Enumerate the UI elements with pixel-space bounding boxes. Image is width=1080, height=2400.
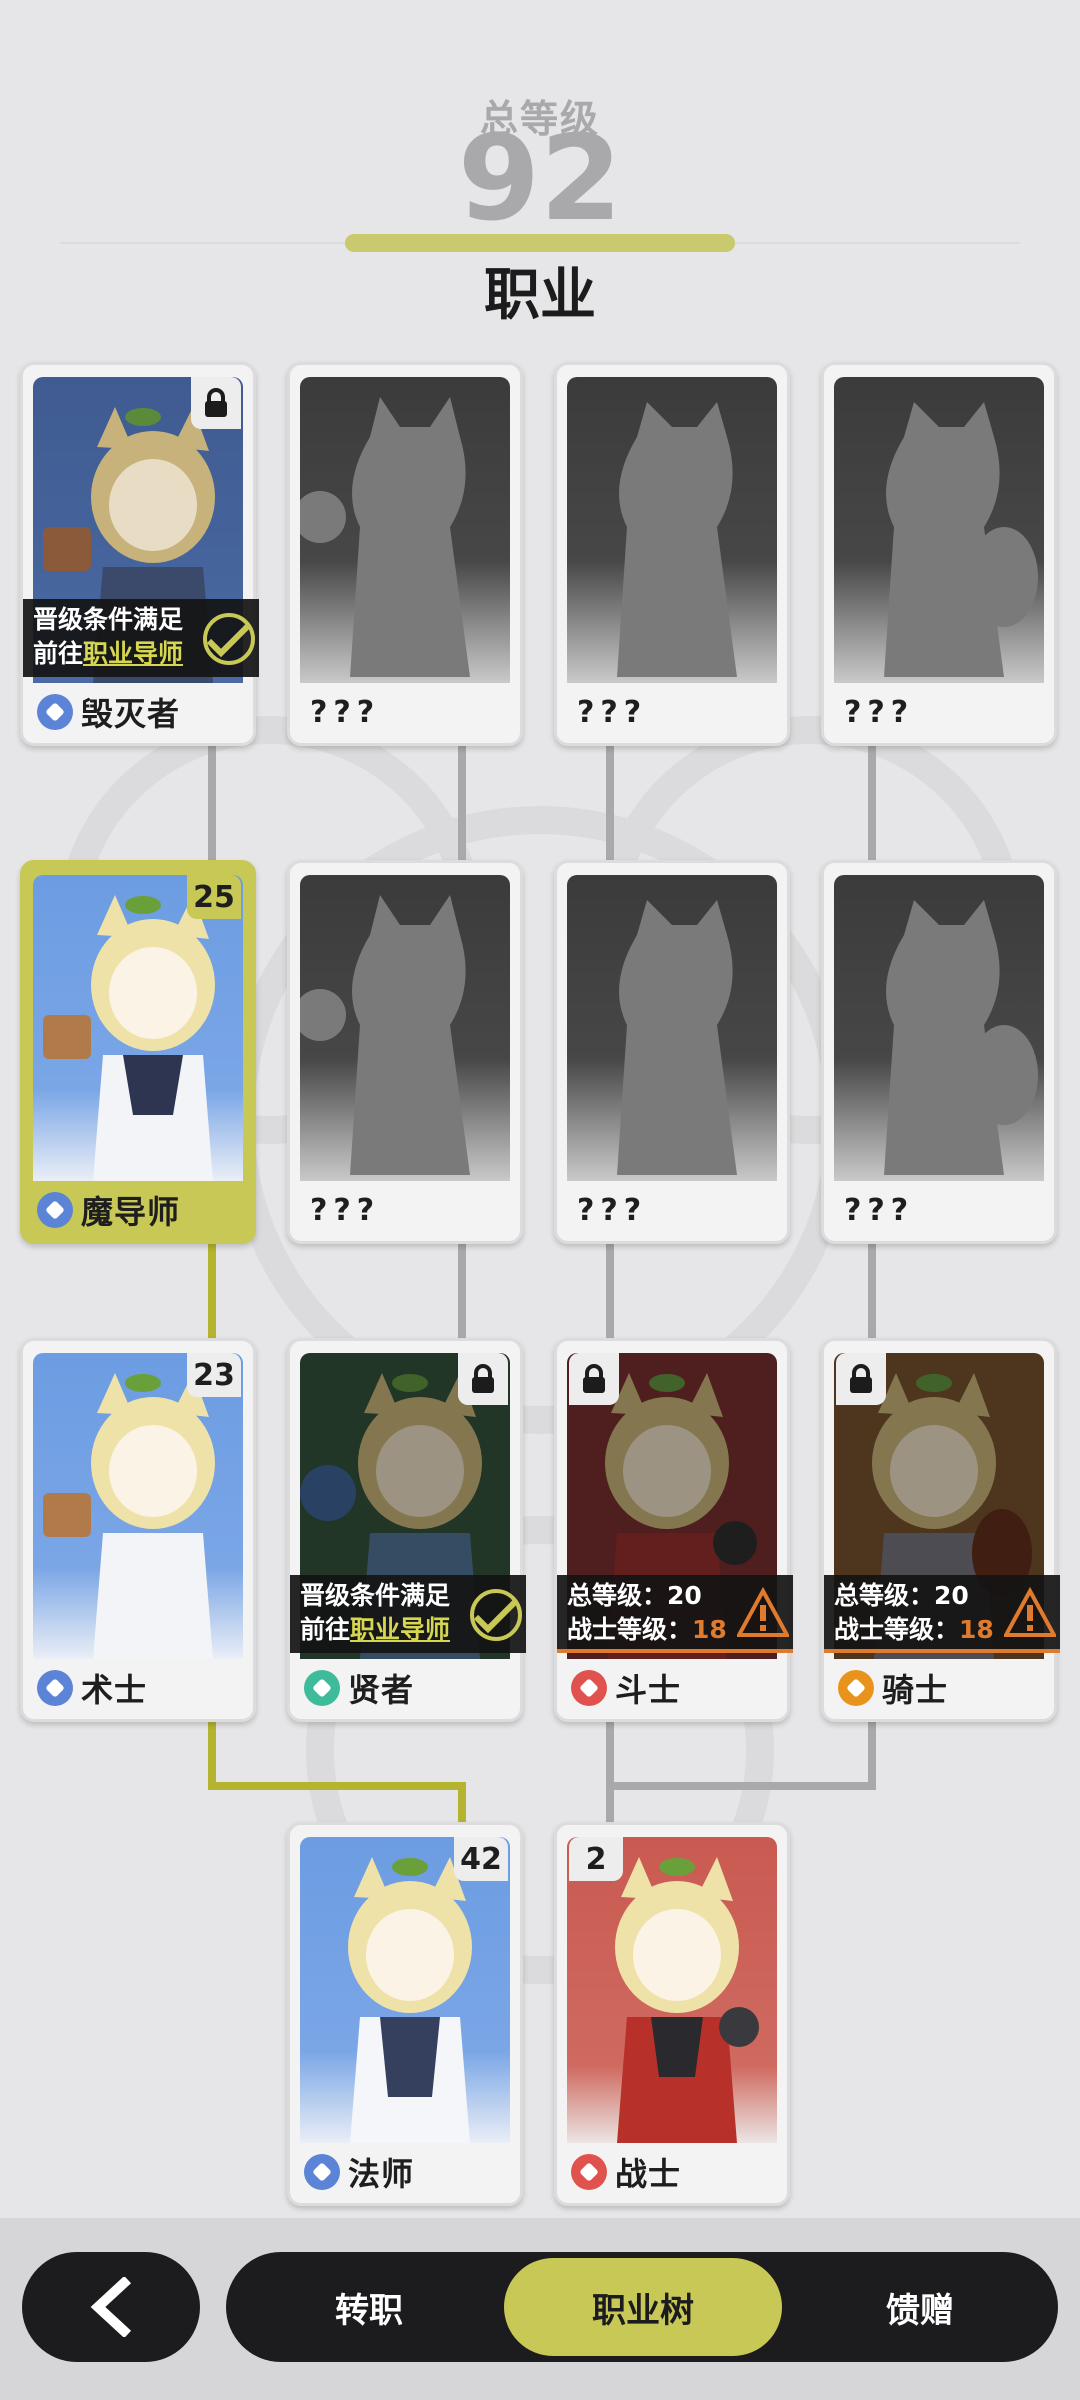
silhouette-portrait — [834, 377, 1044, 683]
class-card-knight[interactable]: 总等级：20 战士等级：18 骑士 — [821, 1338, 1060, 1722]
class-card-brawler[interactable]: 总等级：20 战士等级：18 斗士 — [554, 1338, 793, 1722]
class-name-row: 战士 — [571, 2147, 681, 2197]
warning-icon — [1004, 1587, 1056, 1637]
req-total-value: 20 — [934, 1581, 969, 1610]
class-card-mage[interactable]: 42 法师 — [287, 1822, 523, 2206]
class-card-unknown[interactable]: ??? — [287, 860, 523, 1244]
class-name-row: ??? — [838, 687, 914, 737]
class-mentor-link[interactable]: 职业导师 — [83, 639, 183, 668]
class-name: 斗士 — [615, 1671, 682, 1709]
req-total-label: 总等级： — [834, 1581, 935, 1610]
upgrade-ready-banner[interactable]: 晋级条件满足 前往职业导师 — [23, 599, 259, 677]
silhouette-portrait — [567, 875, 777, 1181]
banner-prefix: 前往 — [33, 639, 84, 668]
class-name-row: 魔导师 — [37, 1185, 180, 1235]
class-card-unknown[interactable]: ??? — [554, 860, 790, 1244]
req-class-label: 战士等级： — [567, 1615, 693, 1644]
requirement-banner: 总等级：20 战士等级：18 — [824, 1575, 1060, 1653]
warning-icon — [737, 1587, 789, 1637]
class-level-badge: 25 — [187, 875, 241, 919]
req-total-label: 总等级： — [567, 1581, 668, 1610]
nature-class-icon — [304, 1670, 340, 1706]
lock-icon — [191, 377, 241, 429]
requirement-banner: 总等级：20 战士等级：18 — [557, 1575, 793, 1653]
class-card-magister[interactable]: 25 魔导师 — [20, 860, 256, 1244]
class-name-row: ??? — [304, 687, 380, 737]
warrior-portrait — [567, 1837, 777, 2143]
class-name: ??? — [844, 1192, 915, 1228]
class-mentor-link[interactable]: 职业导师 — [350, 1615, 450, 1644]
magister-portrait — [33, 875, 243, 1181]
class-name: 毁灭者 — [81, 695, 181, 733]
warrior-class-icon — [571, 1670, 607, 1706]
class-name-row: 法师 — [304, 2147, 414, 2197]
class-card-unknown[interactable]: ??? — [821, 860, 1057, 1244]
class-name-row: 贤者 — [304, 1663, 414, 1713]
silhouette-portrait — [567, 377, 777, 683]
class-name: ??? — [844, 694, 915, 730]
class-name-row: ??? — [571, 687, 647, 737]
class-name: 骑士 — [882, 1671, 949, 1709]
shield-class-icon — [838, 1670, 874, 1706]
lock-icon — [836, 1353, 886, 1405]
class-name-row: 斗士 — [571, 1663, 681, 1713]
req-total-value: 20 — [667, 1581, 702, 1610]
silhouette-portrait — [300, 875, 510, 1181]
class-card-unknown[interactable]: ??? — [821, 362, 1057, 746]
lock-icon — [569, 1353, 619, 1405]
class-card-unknown[interactable]: ??? — [287, 362, 523, 746]
req-class-value: 18 — [692, 1615, 727, 1644]
class-name: 术士 — [81, 1671, 148, 1709]
class-name: 战士 — [615, 2155, 682, 2193]
class-card-sage[interactable]: 晋级条件满足 前往职业导师 贤者 — [287, 1338, 526, 1722]
tab-class-tree[interactable]: 职业树 — [504, 2258, 782, 2356]
tab-gifts[interactable]: 馈赠 — [782, 2252, 1058, 2362]
class-name-row: 毁灭者 — [37, 687, 180, 737]
class-name: ??? — [577, 694, 648, 730]
banner-prefix: 前往 — [300, 1615, 351, 1644]
class-name-row: ??? — [838, 1185, 914, 1235]
class-level-badge: 2 — [569, 1837, 623, 1881]
tab-job-change[interactable]: 转职 — [226, 2252, 512, 2362]
magic-class-icon — [37, 694, 73, 730]
class-card-destroyer[interactable]: 晋级条件满足 前往职业导师 毁灭者 — [20, 362, 259, 746]
class-card-unknown[interactable]: ??? — [554, 362, 790, 746]
mage-portrait — [300, 1837, 510, 2143]
warlock-portrait — [33, 1353, 243, 1659]
upgrade-ready-banner[interactable]: 晋级条件满足 前往职业导师 — [290, 1575, 526, 1653]
class-name: 魔导师 — [81, 1193, 181, 1231]
class-name-row: 骑士 — [838, 1663, 948, 1713]
magic-class-icon — [37, 1192, 73, 1228]
bottom-tab-bar: 转职 职业树 馈赠 — [226, 2252, 1058, 2362]
class-name: ??? — [310, 694, 381, 730]
class-card-warrior[interactable]: 2 战士 — [554, 1822, 790, 2206]
class-card-warlock[interactable]: 23 术士 — [20, 1338, 256, 1722]
warrior-class-icon — [571, 2154, 607, 2190]
silhouette-portrait — [300, 377, 510, 683]
class-level-badge: 23 — [187, 1353, 241, 1397]
silhouette-portrait — [834, 875, 1044, 1181]
total-level-value: 92 — [457, 109, 623, 247]
check-icon — [203, 613, 255, 665]
check-icon — [470, 1589, 522, 1641]
page-title: 职业 — [484, 263, 596, 328]
chevron-left-icon — [90, 2277, 132, 2337]
magic-class-icon — [37, 1670, 73, 1706]
class-name: 贤者 — [348, 1671, 415, 1709]
class-name-row: ??? — [304, 1185, 380, 1235]
class-name: 法师 — [348, 2155, 415, 2193]
class-name: ??? — [577, 1192, 648, 1228]
class-name-row: ??? — [571, 1185, 647, 1235]
back-button[interactable] — [22, 2252, 200, 2362]
magic-class-icon — [304, 2154, 340, 2190]
class-level-badge: 42 — [454, 1837, 508, 1881]
lock-icon — [458, 1353, 508, 1405]
req-class-label: 战士等级： — [834, 1615, 960, 1644]
req-class-value: 18 — [959, 1615, 994, 1644]
class-name: ??? — [310, 1192, 381, 1228]
class-name-row: 术士 — [37, 1663, 147, 1713]
